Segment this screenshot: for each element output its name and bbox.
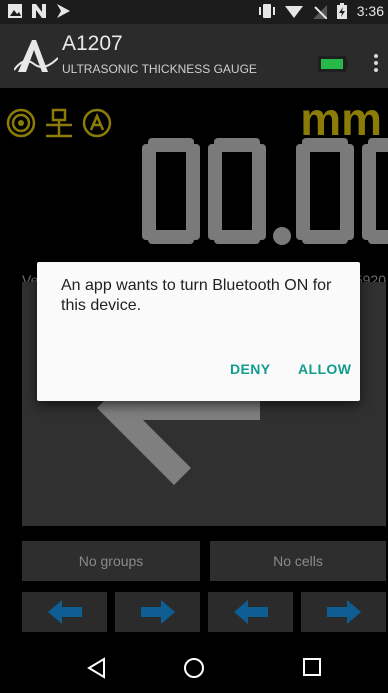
cells-selector[interactable]: No cells xyxy=(210,541,386,581)
arrow-right-icon xyxy=(140,600,175,624)
arrow-left-icon xyxy=(233,600,268,624)
probe-icon[interactable] xyxy=(44,108,74,138)
app-title: A1207 xyxy=(62,32,123,55)
auto-mode-icon[interactable] xyxy=(82,108,112,138)
no-signal-icon xyxy=(312,5,327,19)
app-subtitle: ULTRASONIC THICKNESS GAUGE xyxy=(62,62,257,76)
deny-button[interactable]: DENY xyxy=(230,361,271,377)
recents-icon[interactable] xyxy=(302,657,322,677)
app-logo-icon xyxy=(14,40,58,72)
navigation-bar xyxy=(0,645,388,693)
prev-group-button[interactable] xyxy=(22,592,107,632)
mode-icons xyxy=(6,108,112,138)
app-bar: A1207 ULTRASONIC THICKNESS GAUGE xyxy=(0,24,388,88)
back-icon[interactable] xyxy=(86,657,108,679)
home-icon[interactable] xyxy=(183,657,205,679)
flag-icon xyxy=(57,4,70,18)
vibrate-icon xyxy=(258,4,275,18)
bluetooth-dialog: An app wants to turn Bluetooth ON for th… xyxy=(37,262,360,401)
arrow-right-icon xyxy=(326,600,361,624)
battery-charging-icon xyxy=(336,3,347,19)
battery-status-icon xyxy=(318,56,348,72)
next-group-button[interactable] xyxy=(115,592,200,632)
target-icon[interactable] xyxy=(6,108,36,138)
arrow-left-icon xyxy=(47,600,82,624)
wifi-icon xyxy=(284,6,303,18)
prev-cell-button[interactable] xyxy=(208,592,293,632)
status-time: 3:36 xyxy=(356,3,384,19)
dialog-message: An app wants to turn Bluetooth ON for th… xyxy=(61,277,332,314)
thickness-readout xyxy=(142,138,388,245)
next-cell-button[interactable] xyxy=(301,592,386,632)
status-bar: 3:36 xyxy=(0,0,388,24)
n-notification-icon xyxy=(32,4,46,18)
groups-selector[interactable]: No groups xyxy=(22,541,200,581)
image-icon xyxy=(8,4,22,18)
allow-button[interactable]: ALLOW xyxy=(298,361,351,377)
more-vert-icon[interactable] xyxy=(372,52,380,76)
